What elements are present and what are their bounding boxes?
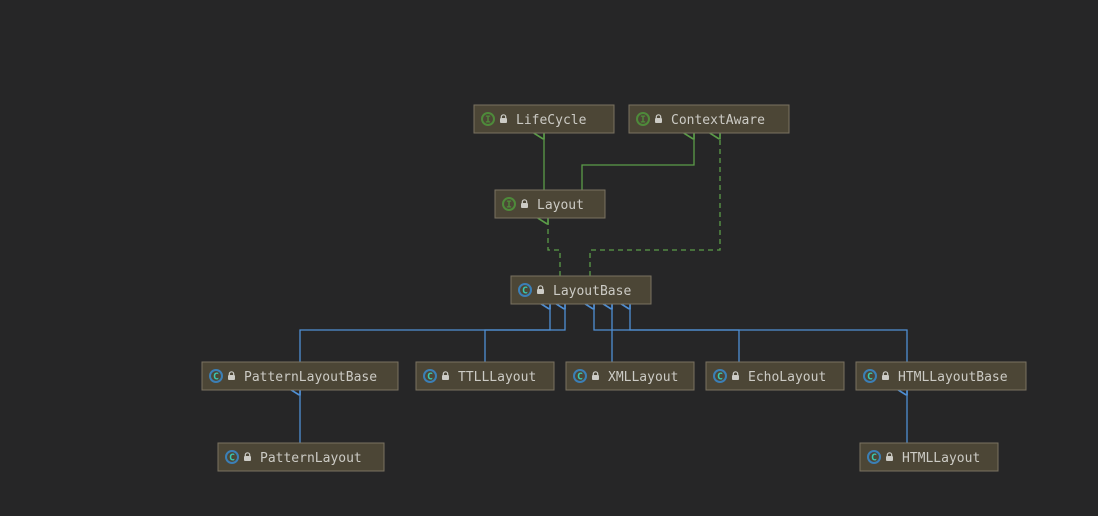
edge-htmllayoutbase-layoutbase <box>630 303 907 362</box>
edge-ttll-layoutbase <box>485 303 565 362</box>
edge-layoutbase-layout <box>548 218 560 276</box>
node-layout[interactable]: Layout <box>495 190 605 218</box>
node-contextaware[interactable]: ContextAware <box>629 105 789 133</box>
node-label: PatternLayout <box>260 451 362 466</box>
nodes: LifeCycle ContextAware Layout LayoutBase <box>202 105 1026 471</box>
class-diagram: I C LifeCycl <box>0 0 1098 516</box>
node-label: HTMLLayout <box>902 451 980 466</box>
node-label: ContextAware <box>671 113 765 128</box>
node-patternlayout[interactable]: PatternLayout <box>218 443 384 471</box>
edge-layout-contextaware <box>582 133 694 190</box>
node-lifecycle[interactable]: LifeCycle <box>474 105 614 133</box>
node-ttlllayout[interactable]: TTLLLayout <box>416 362 554 390</box>
node-label: EchoLayout <box>748 370 826 385</box>
node-layoutbase[interactable]: LayoutBase <box>511 276 651 304</box>
node-htmllayoutbase[interactable]: HTMLLayoutBase <box>856 362 1026 390</box>
edge-patternlayoutbase-layoutbase <box>300 303 550 362</box>
node-patternlayoutbase[interactable]: PatternLayoutBase <box>202 362 398 390</box>
node-label: LayoutBase <box>553 284 631 299</box>
node-label: TTLLLayout <box>458 370 536 385</box>
edge-layoutbase-contextaware <box>590 133 720 276</box>
node-label: HTMLLayoutBase <box>898 370 1008 385</box>
node-echolayout[interactable]: EchoLayout <box>706 362 844 390</box>
edge-echo-layoutbase <box>594 303 739 362</box>
node-label: PatternLayoutBase <box>244 370 377 385</box>
node-label: Layout <box>537 198 584 213</box>
node-htmllayout[interactable]: HTMLLayout <box>860 443 998 471</box>
node-label: LifeCycle <box>516 113 587 128</box>
node-xmllayout[interactable]: XMLLayout <box>566 362 694 390</box>
node-label: XMLLayout <box>608 370 678 385</box>
